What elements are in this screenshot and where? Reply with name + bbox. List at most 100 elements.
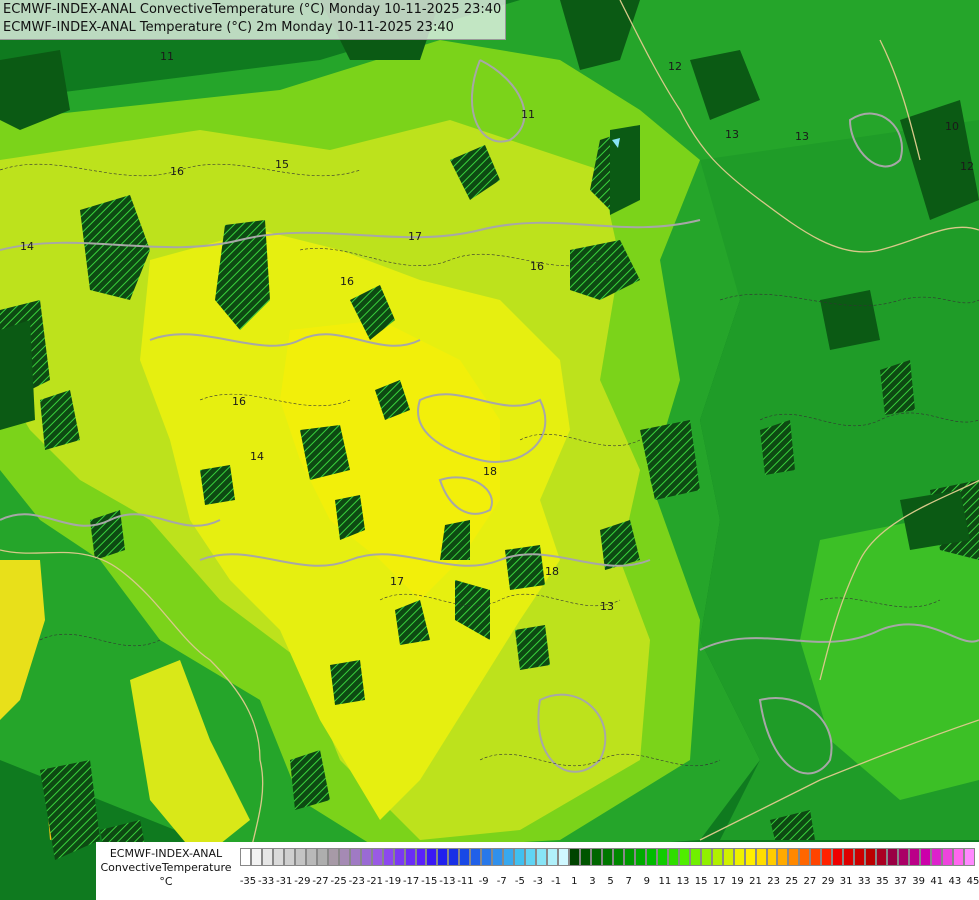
legend-swatch [952, 848, 964, 866]
title-temperature: ECMWF-INDEX-ANAL Temperature (°C) 2m Mon… [3, 20, 454, 35]
legend-swatch [733, 848, 745, 866]
legend-swatch [656, 848, 668, 866]
legend-tick: -19 [384, 876, 402, 887]
contour-label: 18 [545, 565, 559, 578]
legend-swatch [349, 848, 361, 866]
legend-swatch [437, 848, 449, 866]
legend-tick: 13 [676, 876, 690, 887]
legend-tick: 41 [930, 876, 944, 887]
legend-swatch [612, 848, 624, 866]
legend-swatch [580, 848, 591, 866]
legend-swatch [766, 848, 778, 866]
contour-label: 13 [600, 600, 614, 613]
legend-swatch [700, 848, 712, 866]
legend-swatch [448, 848, 460, 866]
legend-tick: -31 [276, 876, 293, 887]
legend-tick: -21 [366, 876, 384, 887]
legend-tick: -25 [330, 876, 347, 887]
contour-label: 14 [250, 450, 264, 463]
contour-label: 10 [945, 120, 959, 133]
legend-swatch [525, 848, 537, 866]
legend-tick: -1 [551, 876, 562, 887]
legend-swatch [404, 848, 416, 866]
contour-label: 18 [483, 465, 497, 478]
contour-label: 13 [795, 130, 809, 143]
legend-swatch [240, 848, 251, 866]
contour-label: 17 [390, 575, 404, 588]
legend-tick: -29 [294, 876, 311, 887]
legend-tick: -9 [478, 876, 489, 887]
legend-tick: -17 [402, 876, 420, 887]
legend-swatch [272, 848, 284, 866]
contour-label: 11 [521, 108, 535, 121]
legend-tick: 9 [643, 876, 650, 887]
legend-tick: 25 [785, 876, 799, 887]
legend-swatch [547, 848, 559, 866]
contour-label: 12 [960, 160, 974, 173]
legend-tick: 23 [767, 876, 780, 887]
legend-tick: 29 [821, 876, 835, 887]
legend-swatch [426, 848, 438, 866]
contour-label: 16 [530, 260, 544, 273]
legend-swatch [963, 848, 975, 866]
legend-swatch [777, 848, 789, 866]
legend-tick: 35 [876, 876, 889, 887]
legend-swatch [371, 848, 383, 866]
legend-swatch [360, 848, 372, 866]
legend-swatch [514, 848, 526, 866]
legend-tick: -13 [439, 876, 456, 887]
legend-swatch [799, 848, 811, 866]
legend-swatch [667, 848, 679, 866]
contour-label: 17 [408, 230, 422, 243]
legend-model: ECMWF-INDEX-ANAL [109, 847, 223, 860]
legend-swatch [327, 848, 339, 866]
contour-label: 13 [725, 128, 739, 141]
legend-tick: -3 [533, 876, 543, 887]
legend-swatch [898, 848, 910, 866]
color-legend: ECMWF-INDEX-ANAL ConvectiveTemperature °… [96, 842, 979, 900]
legend-swatch [283, 848, 295, 866]
legend-swatch [305, 848, 317, 866]
contour-label: 16 [340, 275, 354, 288]
legend-swatch [569, 848, 581, 866]
legend-swatch [788, 848, 800, 866]
legend-swatch [459, 848, 471, 866]
legend-swatch [689, 848, 701, 866]
legend-swatch [338, 848, 350, 866]
temperature-map[interactable]: 11 12 13 14 15 16 17 18 10 12 13 14 16 1… [0, 0, 979, 900]
legend-tick: 21 [749, 876, 762, 887]
legend-swatch [316, 848, 328, 866]
legend-swatch [492, 848, 504, 866]
legend-tick: 19 [731, 876, 744, 887]
legend-tick: 31 [839, 876, 853, 887]
legend-tick: 5 [607, 876, 614, 887]
legend-swatch [645, 848, 657, 866]
legend-swatch [722, 848, 734, 866]
legend-swatch [558, 848, 570, 866]
contour-label: 11 [160, 50, 174, 63]
contour-label: 16 [170, 165, 184, 178]
legend-swatch [601, 848, 613, 866]
legend-swatch [623, 848, 635, 866]
legend-swatch [536, 848, 548, 866]
legend-tick: 27 [803, 876, 817, 887]
legend-tick: 15 [694, 876, 708, 887]
contour-label: 12 [668, 60, 682, 73]
legend-tick: -11 [457, 876, 474, 887]
legend-tick: 3 [589, 876, 596, 887]
legend-tick: -35 [239, 876, 257, 887]
legend-tick: -15 [421, 876, 438, 887]
legend-tick: 43 [948, 876, 962, 887]
legend-swatch [711, 848, 723, 866]
legend-swatch [887, 848, 899, 866]
legend-tick: 7 [625, 876, 632, 887]
legend-swatch [821, 848, 833, 866]
legend-swatch [854, 848, 866, 866]
legend-tick: -5 [514, 876, 525, 887]
legend-swatch [744, 848, 756, 866]
legend-title: ECMWF-INDEX-ANAL ConvectiveTemperature °… [96, 842, 236, 900]
legend-swatch [931, 848, 942, 866]
legend-swatch [294, 848, 306, 866]
legend-tick: 33 [857, 876, 871, 887]
legend-swatch [755, 848, 767, 866]
